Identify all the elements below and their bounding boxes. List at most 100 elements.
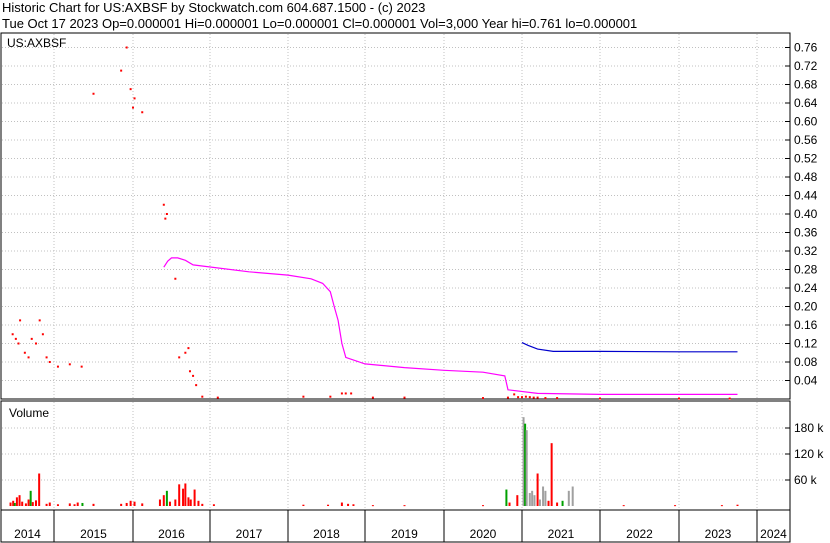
volume-bar (201, 503, 204, 506)
price-point (403, 396, 406, 399)
price-point (129, 88, 132, 91)
volume-bar (9, 502, 12, 506)
volume-bar (92, 503, 95, 506)
price-tick-label: 0.60 (794, 115, 818, 129)
volume-bar (189, 499, 192, 506)
price-point (350, 392, 353, 395)
price-tick-label: 0.64 (794, 96, 818, 110)
volume-bar (561, 500, 564, 506)
price-point (340, 392, 343, 395)
price-point (133, 97, 136, 100)
volume-bar (81, 502, 84, 506)
year-label: 2020 (470, 527, 497, 541)
price-tick-label: 0.20 (794, 300, 818, 314)
price-point (728, 397, 731, 400)
volume-bar (18, 495, 21, 506)
price-point (125, 46, 128, 49)
volume-bar (165, 490, 168, 506)
price-tick-label: 0.44 (794, 189, 818, 203)
volume-bar (371, 505, 374, 507)
price-tick-label: 0.72 (794, 59, 818, 73)
price-point (517, 396, 520, 399)
volume-bar (556, 502, 559, 506)
volume-bar (24, 503, 27, 506)
price-point (17, 342, 20, 345)
price-tick-label: 0.40 (794, 207, 818, 221)
year-label: 2024 (760, 527, 787, 541)
price-tick-label: 0.16 (794, 318, 818, 332)
volume-bar (403, 505, 406, 507)
volume-bar (736, 504, 739, 506)
volume-y-axis: 180 k 120 k 60 k (785, 421, 824, 487)
price-point (80, 365, 83, 368)
volume-panel-frame (0, 400, 791, 511)
price-point (48, 361, 51, 363)
volume-bar (674, 505, 677, 507)
volume-bar (193, 489, 196, 506)
volume-label: Volume (9, 406, 49, 420)
price-point (192, 374, 195, 377)
price-point (14, 337, 17, 340)
price-tick-label: 0.36 (794, 226, 818, 240)
volume-bar (68, 503, 71, 506)
price-point (532, 396, 535, 399)
year-label: 2018 (313, 527, 340, 541)
year-label: 2014 (14, 527, 41, 541)
volume-bar (531, 490, 534, 506)
volume-bar (482, 505, 484, 507)
volume-bar (45, 503, 48, 506)
price-tick-label: 0.32 (794, 244, 818, 258)
volume-bar (168, 501, 171, 506)
symbol-label: US:AXBSF (7, 36, 66, 50)
volume-bar (340, 502, 343, 506)
volume-panel: 180 k 120 k 60 k Volume (0, 400, 824, 511)
price-point (120, 69, 123, 72)
year-label: 2021 (548, 527, 575, 541)
price-point (556, 397, 559, 400)
price-point (92, 92, 95, 95)
volume-bar (120, 503, 123, 506)
price-point (141, 111, 144, 114)
volume-tick-label: 180 k (794, 421, 824, 435)
volume-bar (133, 501, 136, 506)
price-point (165, 213, 168, 215)
volume-bar (212, 504, 215, 506)
price-point (521, 396, 523, 399)
volume-bar (27, 499, 30, 506)
price-point (544, 397, 547, 400)
volume-bar (174, 499, 177, 506)
volume-bar (550, 443, 553, 506)
volume-bar (56, 504, 59, 506)
price-point (187, 347, 190, 350)
volume-bar (73, 504, 76, 506)
volume-tick-label: 120 k (794, 447, 824, 461)
volume-bar (720, 505, 723, 507)
price-panel-frame (0, 32, 791, 400)
price-point (45, 356, 48, 359)
price-point (68, 363, 71, 366)
volume-bar (184, 483, 187, 506)
price-point (184, 351, 187, 354)
volume-bar (536, 473, 539, 506)
price-point (178, 356, 181, 359)
volume-bar (141, 503, 144, 506)
price-point (599, 397, 601, 400)
price-point (371, 396, 374, 399)
volume-bar (547, 500, 550, 506)
price-point (201, 395, 204, 398)
volume-bar (48, 502, 51, 506)
price-point (23, 351, 26, 354)
volume-tick-label: 60 k (794, 473, 818, 487)
year-label: 2016 (158, 527, 185, 541)
volume-bar (622, 505, 625, 507)
price-point (56, 365, 59, 368)
volume-bar (533, 495, 536, 506)
volume-bar (302, 504, 305, 506)
volume-bar (76, 502, 79, 506)
volume-bar (347, 503, 350, 506)
volume-bar (538, 499, 541, 506)
price-point (11, 333, 14, 336)
price-point (329, 395, 332, 398)
volume-bar (508, 502, 511, 506)
year-label: 2017 (236, 527, 263, 541)
